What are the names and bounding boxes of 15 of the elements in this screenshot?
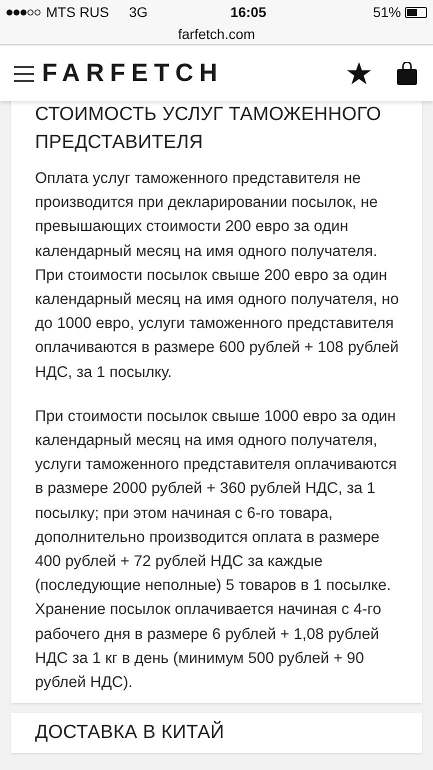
- battery-percent: 51%: [372, 2, 401, 22]
- paragraph: При стоимости посылок свыше 1000 евро за один календарный месяц на имя одного получателя, услуги таможенного представителя оплачиваются в размере 2000 рублей + 360 рублей НДС, за 1 посылку; при этом начиная с 6-го товара, дополнительно производится оплата в размере 400 рублей + 72 рублей НДС за каждые (последующие неполные) 5 товаров в 1 посылке. Хранение посылок оплачивается начиная с 4-го рабочего дня в размере 6 рублей + 1,08 рублей НДС за 1 кг в день (минимум 500 рублей + 90 рублей НДС).: [35, 406, 398, 694]
- menu-icon[interactable]: [14, 66, 34, 82]
- paragraph: Оплата услуг таможенного представителя не производится при декларировании посылок, не превышающих стоимости 200 евро за один календарный месяц на имя одного получателя. При стоимости посылок свыше 200 евро за один календарный месяц на имя одного получателя, но до 1000 евро, услуги таможенного представителя оплачиваются в размере 600 рублей + 108 рублей НДС, за 1 посылку.: [35, 169, 400, 383]
- section-title[interactable]: ДОСТАВКА В КИТАЙ: [35, 719, 400, 748]
- carrier-name: MTS RUS: [46, 2, 109, 22]
- network-type: 3G: [129, 2, 148, 22]
- section-title: СТОИМОСТЬ УСЛУГ ТАМОЖЕННОГО ПРЕДСТАВИТЕЛЯ: [35, 103, 382, 155]
- signal-icon: [6, 8, 42, 16]
- shopping-bag-icon[interactable]: [397, 62, 417, 85]
- logo[interactable]: FARFETCH: [42, 61, 224, 86]
- star-icon[interactable]: [347, 62, 371, 85]
- clock-time: 16:05: [230, 2, 266, 22]
- url-text[interactable]: farfetch.com: [178, 26, 256, 42]
- battery-icon: [405, 6, 427, 18]
